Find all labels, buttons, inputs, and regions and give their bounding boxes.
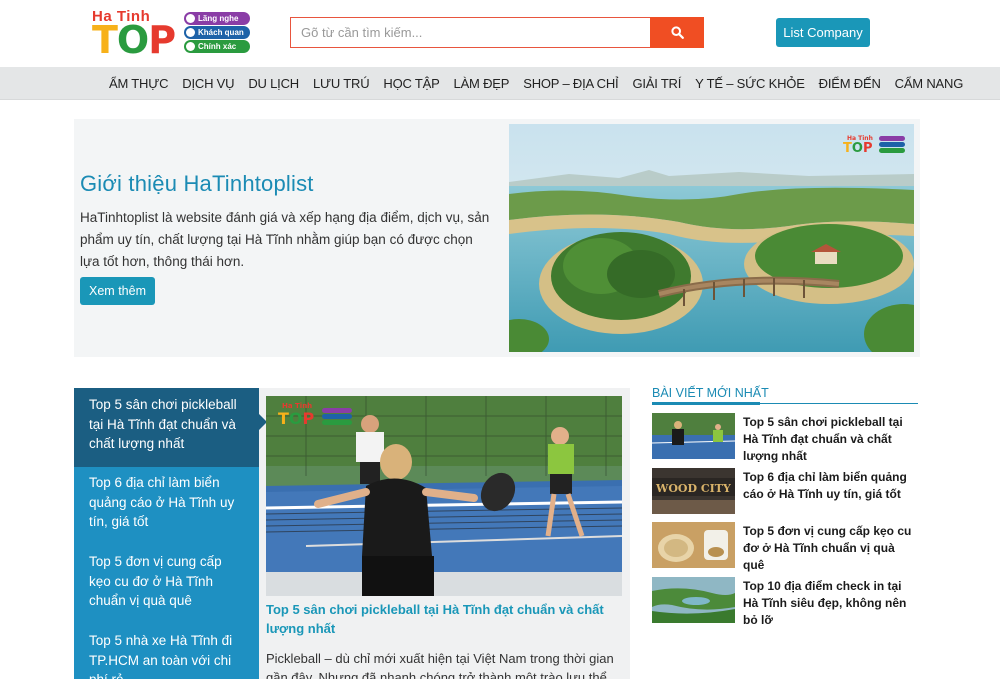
nav-item-diem-den[interactable]: ĐIỂM ĐẾN bbox=[812, 67, 888, 100]
logo-pill: Lãng nghe bbox=[184, 12, 250, 25]
intro-landscape-image: Ha Tinh TOP bbox=[509, 124, 914, 352]
nav-item-hoc-tap[interactable]: HỌC TẬP bbox=[376, 67, 446, 100]
svg-text:TOP: TOP bbox=[843, 141, 872, 156]
featured-list-item[interactable]: Top 5 đơn vị cung cấp kẹo cu đơ ở Hà Tĩn… bbox=[74, 546, 259, 625]
featured-list: Top 5 sân chơi pickleball tại Hà Tĩnh đạ… bbox=[74, 388, 267, 679]
site-logo[interactable]: Ha Tinh TOP Lãng nghe Khách quan Chính x… bbox=[92, 8, 252, 60]
nav-item-luu-tru[interactable]: LƯU TRÚ bbox=[306, 67, 376, 100]
logo-pills: Lãng nghe Khách quan Chính xác bbox=[184, 12, 250, 54]
list-item[interactable]: Top 10 địa điểm check in tại Hà Tĩnh siê… bbox=[652, 576, 917, 632]
intro-description: HaTinhtoplist là website đánh giá và xếp… bbox=[80, 210, 490, 269]
sidebar-heading: BÀI VIẾT MỚI NHẤT bbox=[652, 383, 918, 405]
featured-article-title[interactable]: Top 5 sân chơi pickleball tại Hà Tĩnh đạ… bbox=[266, 600, 622, 638]
nav-item-du-lich[interactable]: DU LỊCH bbox=[241, 67, 306, 100]
post-title[interactable]: Top 5 sân chơi pickleball tại Hà Tĩnh đạ… bbox=[743, 414, 917, 468]
post-thumbnail[interactable]: WOOD CITY bbox=[652, 467, 735, 514]
latest-posts-list: Top 5 sân chơi pickleball tại Hà Tĩnh đạ… bbox=[652, 413, 917, 631]
main-nav: ẨM THỰC DỊCH VỤ DU LỊCH LƯU TRÚ HỌC TẬP … bbox=[0, 67, 1000, 100]
search-button[interactable] bbox=[650, 17, 704, 48]
thumbnail-sign-text: WOOD CITY bbox=[655, 482, 731, 495]
svg-text:TOP: TOP bbox=[278, 409, 315, 428]
list-item[interactable]: WOOD CITY Top 6 địa chỉ làm biển quảng c… bbox=[652, 467, 917, 523]
featured-list-item[interactable]: Top 6 địa chỉ làm biển quảng cáo ở Hà Tĩ… bbox=[74, 467, 259, 546]
nav-item-lam-dep[interactable]: LÀM ĐẸP bbox=[447, 67, 517, 100]
post-thumbnail[interactable] bbox=[652, 576, 735, 623]
list-company-button[interactable]: List Company bbox=[776, 18, 870, 47]
nav-item-am-thuc[interactable]: ẨM THỰC bbox=[102, 67, 175, 100]
intro-title: Giới thiệu HaTinhtoplist bbox=[80, 171, 314, 196]
featured-article: Ha Tinh TOP Top 5 sân chơi pickleball tạ… bbox=[266, 396, 622, 679]
featured-list-item[interactable]: Top 5 sân chơi pickleball tại Hà Tĩnh đạ… bbox=[74, 388, 267, 467]
logo-pill: Chính xác bbox=[184, 40, 250, 53]
post-thumbnail[interactable] bbox=[652, 522, 735, 568]
nav-item-giai-tri[interactable]: GIẢI TRÍ bbox=[625, 67, 688, 100]
logo-top-word: TOP bbox=[92, 18, 176, 62]
nav-item-y-te-suc-khoe[interactable]: Y TẾ – SỨC KHỎE bbox=[688, 67, 812, 100]
nav-item-shop-dia-chi[interactable]: SHOP – ĐỊA CHỈ bbox=[516, 67, 625, 100]
search-icon bbox=[670, 26, 684, 39]
search-input[interactable] bbox=[290, 17, 650, 48]
logo-pill: Khách quan bbox=[184, 26, 250, 39]
latest-posts-sidebar: BÀI VIẾT MỚI NHẤT Top 5 sân chơi pickleb… bbox=[652, 383, 918, 631]
list-item[interactable]: Top 5 sân chơi pickleball tại Hà Tĩnh đạ… bbox=[652, 413, 917, 468]
nav-item-dich-vu[interactable]: DỊCH VỤ bbox=[175, 67, 241, 100]
featured-article-excerpt: Pickleball – dù chỉ mới xuất hiện tại Vi… bbox=[266, 651, 614, 679]
featured-list-item[interactable]: Top 5 nhà xe Hà Tĩnh đi TP.HCM an toàn v… bbox=[74, 625, 259, 679]
post-thumbnail[interactable] bbox=[652, 413, 735, 459]
intro-section: Giới thiệu HaTinhtoplist HaTinhtoplist l… bbox=[74, 119, 920, 357]
post-title[interactable]: Top 10 địa điểm check in tại Hà Tĩnh siê… bbox=[743, 578, 917, 632]
post-title[interactable]: Top 5 đơn vị cung cấp kẹo cu đơ ở Hà Tĩn… bbox=[743, 523, 917, 577]
read-more-button[interactable]: Xem thêm bbox=[80, 277, 155, 305]
nav-item-cam-nang[interactable]: CẨM NANG bbox=[888, 67, 970, 100]
search-form bbox=[290, 17, 704, 48]
post-title[interactable]: Top 6 địa chỉ làm biển quảng cáo ở Hà Tĩ… bbox=[743, 469, 917, 523]
featured-article-image[interactable]: Ha Tinh TOP bbox=[266, 396, 622, 596]
site-header: Ha Tinh TOP Lãng nghe Khách quan Chính x… bbox=[0, 0, 1000, 67]
list-item[interactable]: Top 5 đơn vị cung cấp kẹo cu đơ ở Hà Tĩn… bbox=[652, 522, 917, 577]
featured-section: Top 5 sân chơi pickleball tại Hà Tĩnh đạ… bbox=[74, 388, 630, 679]
